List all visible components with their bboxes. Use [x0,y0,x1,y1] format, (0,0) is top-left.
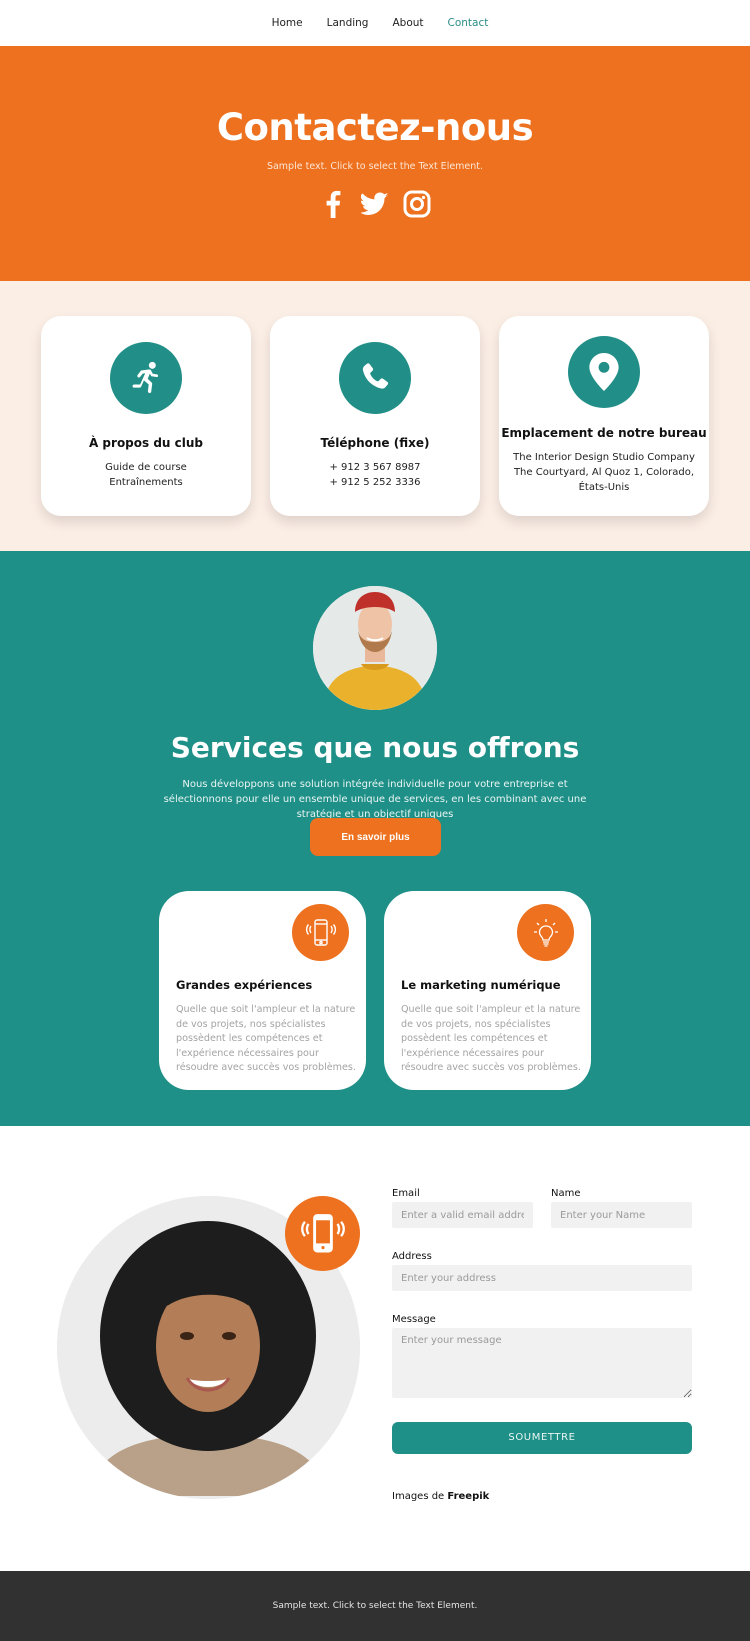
man-portrait-image [313,586,437,710]
hero-subtitle: Sample text. Click to select the Text El… [266,161,484,172]
info-card-title: Emplacement de notre bureau [501,426,707,440]
name-group: Name [551,1188,692,1228]
running-person-icon [110,342,182,414]
address-line: The Courtyard, Al Quoz 1, Colorado, [513,467,695,478]
address-group: Address [392,1251,692,1291]
service-card-title: Le marketing numérique [401,978,561,992]
smartphone-icon [292,904,349,961]
lightbulb-icon [517,904,574,961]
footer-text: Sample text. Click to select the Text El… [272,1601,478,1611]
services-section: Services que nous offrons Nous développo… [0,551,750,1126]
phone-number[interactable]: + 912 3 567 8987 [270,460,480,475]
info-card-phone: Téléphone (fixe) + 912 3 567 8987 + 912 … [270,316,480,516]
info-card-title: À propos du club [88,436,204,450]
services-description: Nous développons une solution intégrée i… [163,779,587,820]
footer: Sample text. Click to select the Text El… [0,1571,750,1641]
email-label: Email [392,1188,420,1199]
info-card-title: Téléphone (fixe) [320,436,430,450]
freepik-link[interactable]: Freepik [447,1491,489,1502]
form-row: Email Name [392,1188,692,1228]
submit-button[interactable]: SOUMETTRE [392,1421,692,1454]
services-title: Services que nous offrons [170,731,580,764]
twitter-icon[interactable] [361,190,389,218]
social-links [0,190,750,218]
info-card-club: À propos du club Guide de course Entraîn… [41,316,251,516]
message-field[interactable] [392,1328,692,1398]
nav-item-contact[interactable]: Contact [448,17,489,29]
info-card-lines: The Interior Design Studio Company The C… [499,450,709,495]
contact-info-section: À propos du club Guide de course Entraîn… [0,281,750,551]
email-field[interactable] [392,1202,533,1228]
top-navigation: Home Landing About Contact [0,0,750,46]
name-label: Name [551,1188,581,1199]
nav-item-home[interactable]: Home [272,17,303,29]
facebook-icon[interactable] [319,190,347,218]
contact-form: Email Name Address Message SOUMETTRE Ima… [392,1188,692,1502]
image-credit: Images de Freepik [392,1491,692,1502]
credit-prefix: Images de [392,1490,448,1502]
service-card-marketing: Le marketing numérique Quelle que soit l… [384,891,591,1090]
learn-more-button[interactable]: En savoir plus [310,818,441,856]
message-label: Message [392,1314,436,1325]
email-group: Email [392,1188,533,1228]
nav-menu: Home Landing About Contact [260,17,501,29]
message-group: Message [392,1314,692,1402]
instagram-icon[interactable] [403,190,431,218]
address-line: The Interior Design Studio Company [513,452,695,463]
nav-item-about[interactable]: About [392,17,423,29]
map-pin-icon [568,336,640,408]
contact-form-section: Email Name Address Message SOUMETTRE Ima… [0,1126,750,1571]
service-card-title: Grandes expériences [176,978,313,992]
service-card-text: Quelle que soit l'ampleur et la nature d… [401,1004,581,1074]
info-card-lines: + 912 3 567 8987 + 912 5 252 3336 [270,460,480,490]
address-label: Address [392,1251,432,1262]
service-card-experiences: Grandes expériences Quelle que soit l'am… [159,891,366,1090]
page-title: Contactez-nous [216,106,534,149]
smartphone-badge-icon [285,1196,360,1271]
address-line: États-Unis [578,482,630,493]
nav-item-landing[interactable]: Landing [327,17,369,29]
info-card-location: Emplacement de notre bureau The Interior… [499,316,709,516]
info-card-lines: Guide de course Entraînements [41,460,251,490]
phone-number[interactable]: + 912 5 252 3336 [270,475,480,490]
address-field[interactable] [392,1265,692,1291]
info-line: Guide de course [105,462,187,473]
name-field[interactable] [551,1202,692,1228]
info-line: Entraînements [109,477,183,488]
phone-icon [339,342,411,414]
hero-section: Contactez-nous Sample text. Click to sel… [0,46,750,281]
service-card-text: Quelle que soit l'ampleur et la nature d… [176,1004,356,1074]
